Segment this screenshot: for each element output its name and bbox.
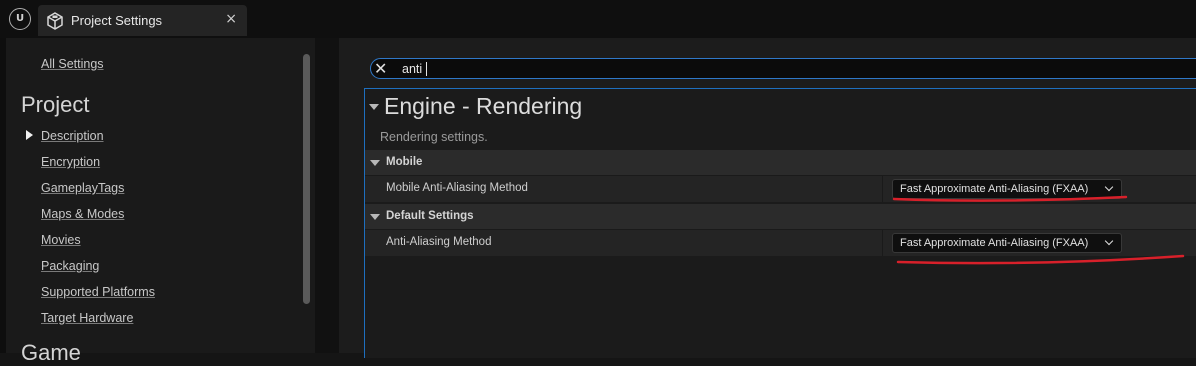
property-label: Mobile Anti-Aliasing Method: [386, 182, 528, 194]
section-title: Engine - Rendering: [384, 93, 583, 119]
settings-sidebar: All Settings Project Description Encrypt…: [6, 38, 315, 365]
tab-project-settings[interactable]: Project Settings ×: [38, 5, 247, 36]
all-settings-link[interactable]: All Settings: [41, 57, 104, 71]
project-settings-icon: [47, 12, 63, 30]
category-label: Mobile: [386, 156, 423, 168]
collapse-arrow-icon: [370, 214, 380, 220]
sidebar-item-description[interactable]: Description: [41, 129, 104, 143]
game-heading: Game: [21, 340, 81, 365]
splitter[interactable]: [315, 38, 339, 353]
search-input[interactable]: [402, 60, 1102, 77]
settings-search: ✕: [370, 58, 1196, 79]
sidebar-scrollbar[interactable]: [303, 54, 310, 304]
sidebar-item-packaging[interactable]: Packaging: [41, 259, 99, 273]
sidebar-item-gameplaytags[interactable]: GameplayTags: [41, 181, 124, 195]
category-label: Default Settings: [386, 210, 474, 222]
text-caret: [426, 62, 427, 76]
dropdown-value: Fast Approximate Anti-Aliasing (FXAA): [900, 183, 1089, 195]
dropdown-value: Fast Approximate Anti-Aliasing (FXAA): [900, 237, 1089, 249]
unreal-logo-icon[interactable]: U: [9, 8, 31, 30]
tab-title: Project Settings: [71, 13, 163, 28]
sidebar-item-maps-modes[interactable]: Maps & Modes: [41, 207, 124, 221]
collapse-arrow-icon: [370, 160, 380, 166]
sidebar-item-movies[interactable]: Movies: [41, 233, 81, 247]
column-divider[interactable]: [882, 176, 883, 202]
property-row: Mobile Anti-Aliasing Method Fast Approxi…: [365, 175, 1196, 202]
close-icon[interactable]: ×: [225, 11, 237, 27]
sidebar-item-encryption[interactable]: Encryption: [41, 155, 100, 169]
title-bar: U Project Settings ×: [0, 0, 1196, 38]
close-icon[interactable]: ✕: [374, 59, 387, 78]
chevron-down-icon: [1104, 182, 1114, 192]
property-label: Anti-Aliasing Method: [386, 236, 492, 248]
collapse-arrow-icon[interactable]: [369, 104, 379, 110]
sidebar-item-supported-platforms[interactable]: Supported Platforms: [41, 285, 155, 299]
category-mobile[interactable]: Mobile: [365, 150, 1196, 175]
property-row: Anti-Aliasing Method Fast Approximate An…: [365, 229, 1196, 256]
project-heading: Project: [21, 92, 90, 117]
column-divider[interactable]: [882, 230, 883, 256]
category-default-settings[interactable]: Default Settings: [365, 204, 1196, 229]
anti-aliasing-dropdown[interactable]: Fast Approximate Anti-Aliasing (FXAA): [892, 233, 1122, 253]
sidebar-item-target-hardware[interactable]: Target Hardware: [41, 311, 133, 325]
section-description: Rendering settings.: [380, 130, 488, 144]
expand-arrow-icon[interactable]: [26, 130, 33, 140]
mobile-anti-aliasing-dropdown[interactable]: Fast Approximate Anti-Aliasing (FXAA): [892, 179, 1122, 199]
chevron-down-icon: [1104, 236, 1114, 246]
